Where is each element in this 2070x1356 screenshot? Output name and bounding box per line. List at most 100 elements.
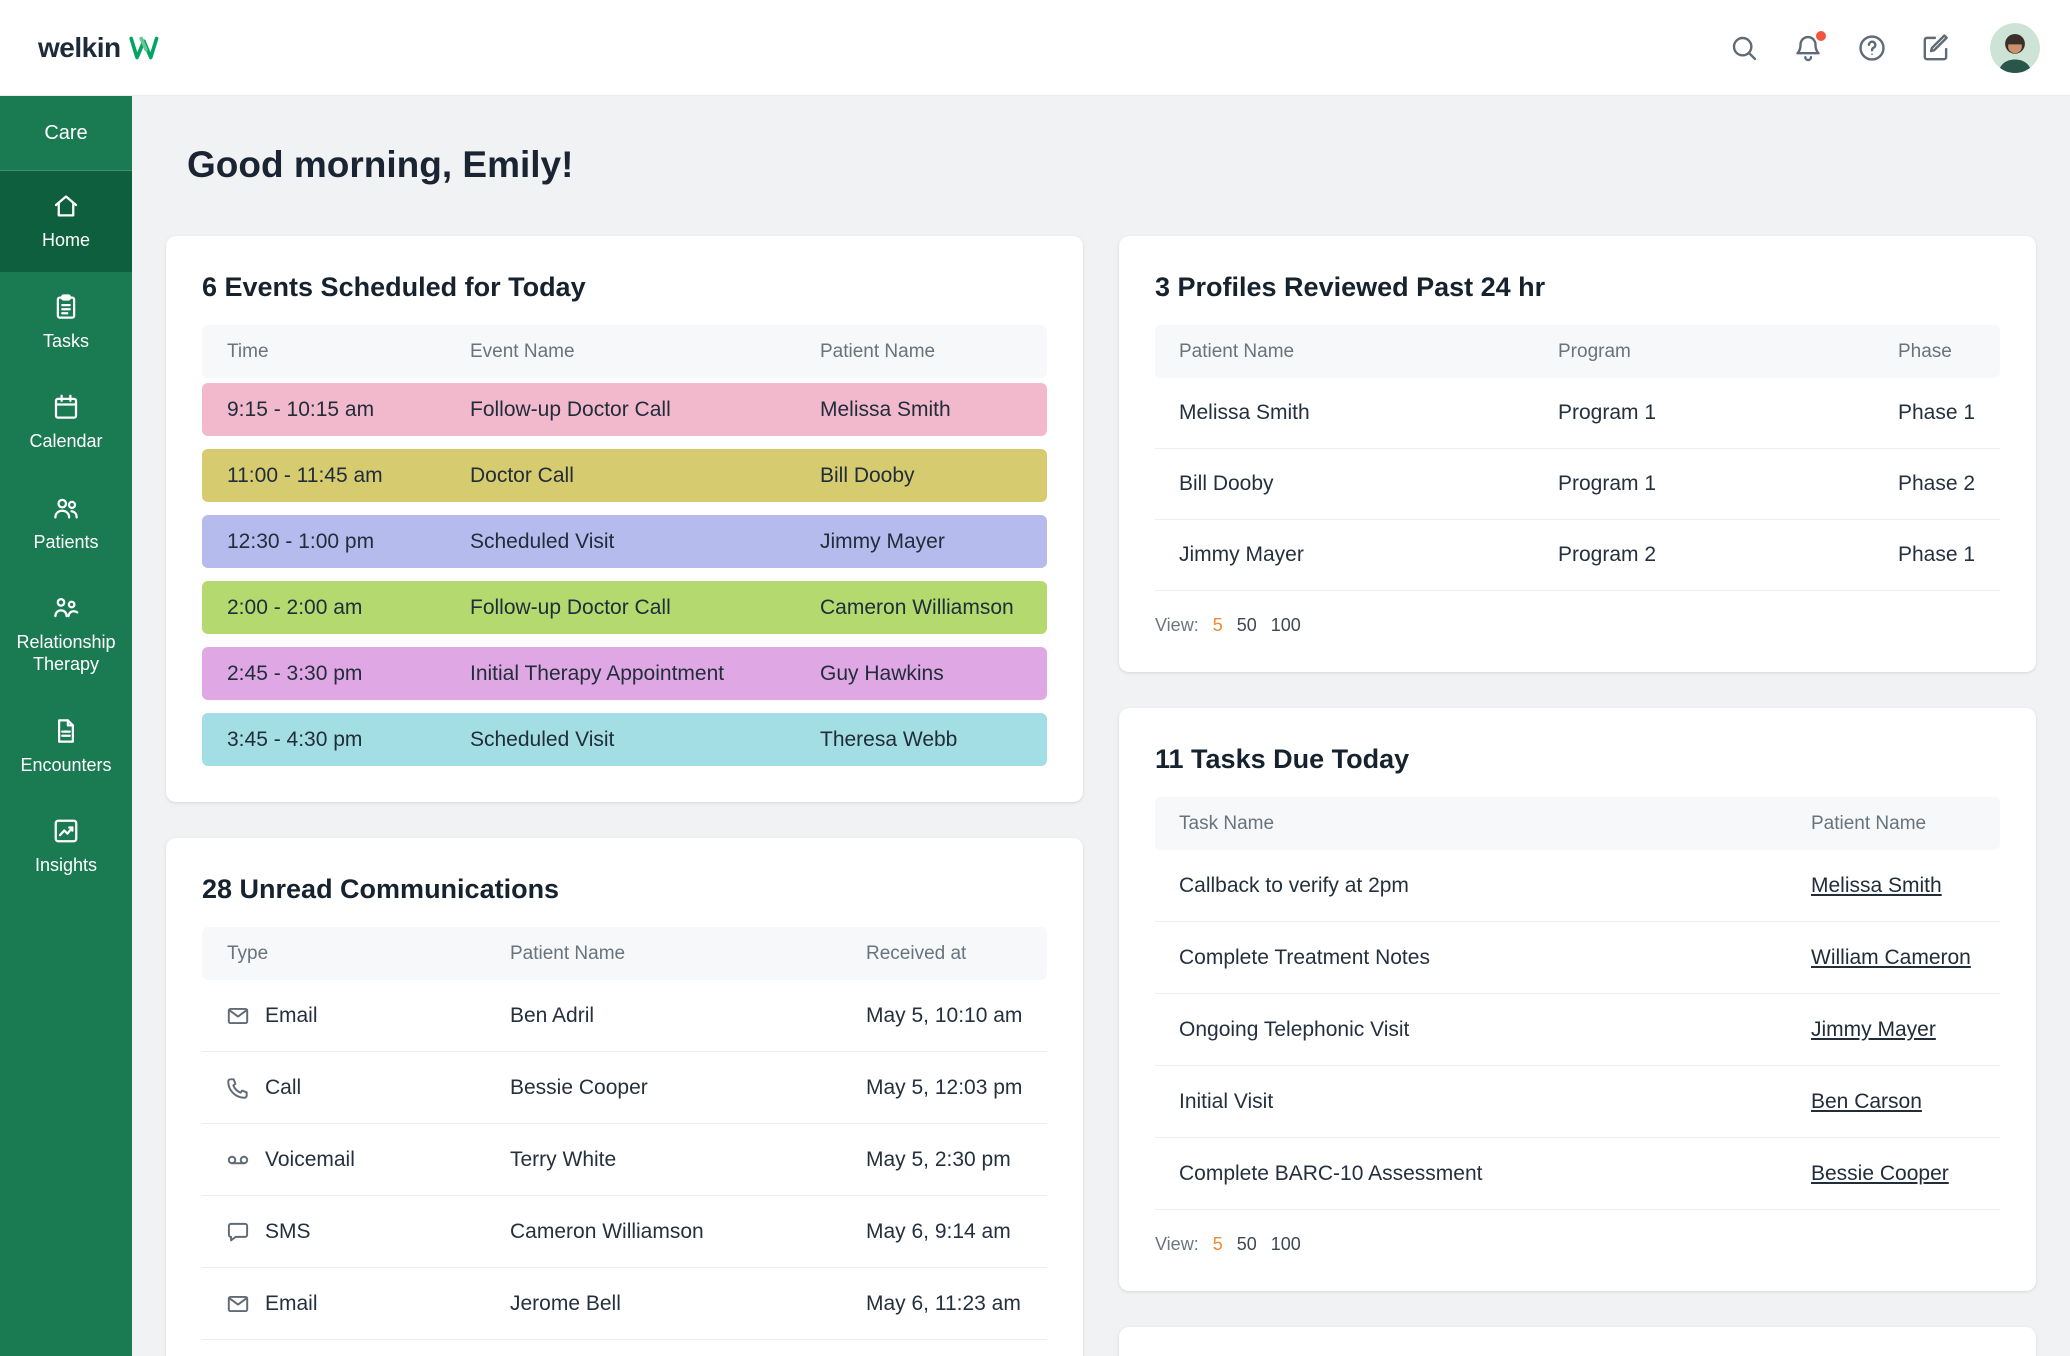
search-icon[interactable] bbox=[1726, 30, 1762, 66]
communication-patient-name: Bessie Cooper bbox=[510, 1076, 866, 1100]
help-icon[interactable] bbox=[1854, 30, 1890, 66]
voicemail-icon bbox=[225, 1147, 251, 1173]
communications-card: 28 Unread Communications Type Patient Na… bbox=[166, 838, 1083, 1356]
column-header-phase: Phase bbox=[1898, 341, 2000, 363]
communications-table-body: EmailBen AdrilMay 5, 10:10 amCallBessie … bbox=[202, 980, 1047, 1340]
compose-icon[interactable] bbox=[1918, 30, 1954, 66]
profile-program: Program 1 bbox=[1558, 472, 1898, 496]
event-name: Scheduled Visit bbox=[470, 530, 820, 554]
view-option-5[interactable]: 5 bbox=[1213, 1234, 1223, 1255]
communication-type-label: Voicemail bbox=[265, 1148, 355, 1172]
task-patient-link[interactable]: Bessie Cooper bbox=[1811, 1162, 1949, 1186]
view-option-50[interactable]: 50 bbox=[1237, 1234, 1257, 1255]
sidebar-item-calendar[interactable]: Calendar bbox=[0, 372, 132, 473]
task-row[interactable]: Callback to verify at 2pmMelissa Smith bbox=[1155, 850, 2000, 922]
avatar[interactable] bbox=[1990, 23, 2040, 73]
top-bar: welkin bbox=[0, 0, 2070, 96]
event-row[interactable]: 12:30 - 1:00 pmScheduled VisitJimmy Maye… bbox=[202, 515, 1047, 568]
sidebar-item-insights[interactable]: Insights bbox=[0, 796, 132, 897]
profile-row[interactable]: Melissa SmithProgram 1Phase 1 bbox=[1155, 378, 2000, 449]
profile-patient-name: Jimmy Mayer bbox=[1179, 543, 1558, 567]
event-row[interactable]: 11:00 - 11:45 amDoctor CallBill Dooby bbox=[202, 449, 1047, 502]
profile-program: Program 2 bbox=[1558, 543, 1898, 567]
sidebar-item-relationship-therapy[interactable]: Relationship Therapy bbox=[0, 573, 132, 695]
profile-row[interactable]: Jimmy MayerProgram 2Phase 1 bbox=[1155, 520, 2000, 591]
insights-icon bbox=[51, 816, 81, 846]
sidebar-item-label: Home bbox=[42, 230, 90, 252]
communication-patient-name: Cameron Williamson bbox=[510, 1220, 866, 1244]
communications-table-header: Type Patient Name Received at bbox=[202, 927, 1047, 980]
sidebar-item-patients[interactable]: Patients bbox=[0, 473, 132, 574]
event-time: 2:45 - 3:30 pm bbox=[227, 662, 470, 686]
communication-type: Voicemail bbox=[225, 1147, 510, 1173]
task-row[interactable]: Ongoing Telephonic VisitJimmy Mayer bbox=[1155, 994, 2000, 1066]
sidebar-item-label: Relationship Therapy bbox=[6, 632, 126, 675]
sidebar-item-tasks[interactable]: Tasks bbox=[0, 272, 132, 373]
communication-received-at: May 6, 9:14 am bbox=[866, 1220, 1047, 1244]
sidebar-item-encounters[interactable]: Encounters bbox=[0, 696, 132, 797]
tasks-table-body: Callback to verify at 2pmMelissa SmithCo… bbox=[1155, 850, 2000, 1210]
profiles-card-title: 3 Profiles Reviewed Past 24 hr bbox=[1155, 272, 2000, 303]
communication-type: Call bbox=[225, 1075, 510, 1101]
notifications-icon[interactable] bbox=[1790, 30, 1826, 66]
communication-row[interactable]: EmailBen AdrilMay 5, 10:10 am bbox=[202, 980, 1047, 1052]
event-row[interactable]: 2:45 - 3:30 pmInitial Therapy Appointmen… bbox=[202, 647, 1047, 700]
email-icon bbox=[225, 1003, 251, 1029]
task-name: Callback to verify at 2pm bbox=[1179, 874, 1811, 898]
event-name: Doctor Call bbox=[470, 464, 820, 488]
communication-row[interactable]: EmailJerome BellMay 6, 11:23 am bbox=[202, 1268, 1047, 1340]
profile-phase: Phase 2 bbox=[1898, 472, 2000, 496]
calendar-icon bbox=[51, 392, 81, 422]
task-row[interactable]: Initial VisitBen Carson bbox=[1155, 1066, 2000, 1138]
sidebar-section-label: Care bbox=[0, 96, 132, 171]
view-option-50[interactable]: 50 bbox=[1237, 615, 1257, 636]
event-row[interactable]: 2:00 - 2:00 amFollow-up Doctor CallCamer… bbox=[202, 581, 1047, 634]
communication-row[interactable]: CallBessie CooperMay 5, 12:03 pm bbox=[202, 1052, 1047, 1124]
communication-type-label: Email bbox=[265, 1004, 318, 1028]
tasks-table-header: Task Name Patient Name bbox=[1155, 797, 2000, 850]
event-name: Initial Therapy Appointment bbox=[470, 662, 820, 686]
sidebar-item-label: Insights bbox=[35, 855, 97, 877]
sidebar-item-label: Encounters bbox=[20, 755, 111, 777]
profile-row[interactable]: Bill DoobyProgram 1Phase 2 bbox=[1155, 449, 2000, 520]
event-patient-name: Guy Hawkins bbox=[820, 662, 1047, 686]
event-row[interactable]: 9:15 - 10:15 amFollow-up Doctor CallMeli… bbox=[202, 383, 1047, 436]
communication-received-at: May 5, 2:30 pm bbox=[866, 1148, 1047, 1172]
task-patient-link[interactable]: William Cameron bbox=[1811, 946, 1971, 970]
column-header-time: Time bbox=[227, 341, 470, 363]
communication-row[interactable]: SMS Cameron WilliamsonMay 6, 9:14 am bbox=[202, 1196, 1047, 1268]
event-time: 3:45 - 4:30 pm bbox=[227, 728, 470, 752]
header-actions bbox=[1726, 23, 2040, 73]
event-time: 9:15 - 10:15 am bbox=[227, 398, 470, 422]
profile-phase: Phase 1 bbox=[1898, 543, 2000, 567]
communication-type-label: SMS bbox=[265, 1220, 311, 1244]
event-patient-name: Cameron Williamson bbox=[820, 596, 1047, 620]
tasks-icon bbox=[51, 292, 81, 322]
view-option-5[interactable]: 5 bbox=[1213, 615, 1223, 636]
column-header-patient-name: Patient Name bbox=[1179, 341, 1558, 363]
profiles-card: 3 Profiles Reviewed Past 24 hr Patient N… bbox=[1119, 236, 2036, 672]
column-header-patient-name: Patient Name bbox=[1811, 813, 2000, 835]
profile-phase: Phase 1 bbox=[1898, 401, 2000, 425]
view-label: View: bbox=[1155, 615, 1199, 636]
column-header-type: Type bbox=[227, 943, 510, 965]
column-header-patient-name: Patient Name bbox=[510, 943, 866, 965]
task-row[interactable]: Complete BARC-10 AssessmentBessie Cooper bbox=[1155, 1138, 2000, 1210]
task-patient-link[interactable]: Ben Carson bbox=[1811, 1090, 1922, 1114]
column-header-task-name: Task Name bbox=[1179, 813, 1811, 835]
sidebar-item-home[interactable]: Home bbox=[0, 171, 132, 272]
task-row[interactable]: Complete Treatment NotesWilliam Cameron bbox=[1155, 922, 2000, 994]
task-name: Complete BARC-10 Assessment bbox=[1179, 1162, 1811, 1186]
tasks-card: 11 Tasks Due Today Task Name Patient Nam… bbox=[1119, 708, 2036, 1291]
communication-patient-name: Terry White bbox=[510, 1148, 866, 1172]
task-patient-link[interactable]: Jimmy Mayer bbox=[1811, 1018, 1936, 1042]
encounters-icon bbox=[51, 716, 81, 746]
communication-row[interactable]: Voicemail Terry WhiteMay 5, 2:30 pm bbox=[202, 1124, 1047, 1196]
view-option-100[interactable]: 100 bbox=[1271, 615, 1301, 636]
task-patient-link[interactable]: Melissa Smith bbox=[1811, 874, 1942, 898]
view-option-100[interactable]: 100 bbox=[1271, 1234, 1301, 1255]
column-header-patient-name: Patient Name bbox=[820, 341, 1047, 363]
events-card: 6 Events Scheduled for Today Time Event … bbox=[166, 236, 1083, 802]
event-row[interactable]: 3:45 - 4:30 pmScheduled VisitTheresa Web… bbox=[202, 713, 1047, 766]
event-name: Follow-up Doctor Call bbox=[470, 596, 820, 620]
